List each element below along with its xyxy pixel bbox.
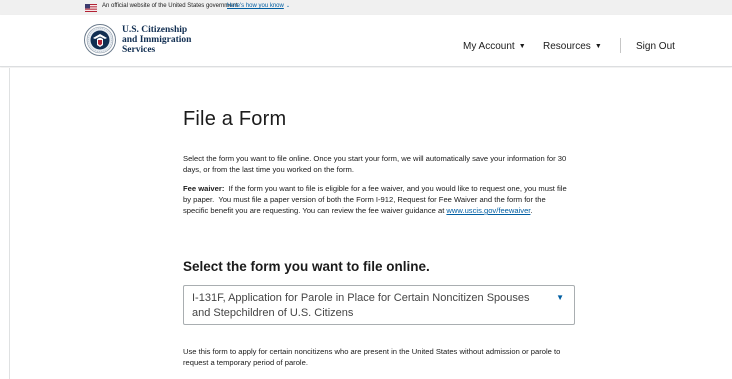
- gov-banner-text: An official website of the United States…: [102, 3, 238, 9]
- site-header: U.S. Citizenship and Immigration Service…: [0, 15, 732, 67]
- form-description: Use this form to apply for certain nonci…: [183, 347, 561, 367]
- logo-line-1: U.S. Citizenship: [122, 25, 188, 35]
- nav-resources-label: Resources: [543, 41, 591, 52]
- caret-down-icon: ▼: [518, 43, 526, 50]
- fee-waiver-end: .: [530, 206, 533, 215]
- uscis-wordmark[interactable]: U.S. Citizenship and Immigration Service…: [122, 25, 191, 55]
- nav-resources[interactable]: Resources ▼: [543, 41, 602, 52]
- select-form-heading: Select the form you want to file online.: [183, 259, 430, 274]
- heres-how-you-know-link[interactable]: Here's how you know ⌄: [227, 3, 290, 9]
- left-border: [9, 68, 10, 379]
- nav-divider: [620, 38, 621, 53]
- dropdown-caret-icon: ▼: [556, 293, 564, 302]
- form-select-dropdown[interactable]: I-131F, Application for Parole in Place …: [183, 285, 575, 325]
- gov-banner: An official website of the United States…: [0, 0, 732, 15]
- page-title: File a Form: [183, 108, 287, 130]
- dhs-seal-icon[interactable]: [84, 24, 116, 56]
- caret-down-icon: ▼: [594, 43, 602, 50]
- intro-paragraph: Select the form you want to file online.…: [183, 154, 567, 174]
- heres-how-you-know-label: Here's how you know: [227, 3, 284, 9]
- fee-waiver-link[interactable]: www.uscis.gov/feewaiver: [446, 206, 530, 215]
- nav-my-account-label: My Account: [463, 41, 515, 52]
- form-select-value: I-131F, Application for Parole in Place …: [192, 292, 530, 319]
- logo-line-2: and Immigration: [122, 35, 192, 45]
- main-content: [0, 68, 732, 379]
- nav-sign-out[interactable]: Sign Out: [636, 41, 675, 52]
- fee-waiver-paragraph: Fee waiver: If the form you want to file…: [183, 183, 573, 216]
- chevron-down-icon: ⌄: [285, 3, 291, 9]
- nav-my-account[interactable]: My Account ▼: [463, 41, 526, 52]
- us-flag-icon: [85, 4, 97, 12]
- logo-line-3: Services: [122, 45, 156, 55]
- fee-waiver-label: Fee waiver:: [183, 184, 225, 193]
